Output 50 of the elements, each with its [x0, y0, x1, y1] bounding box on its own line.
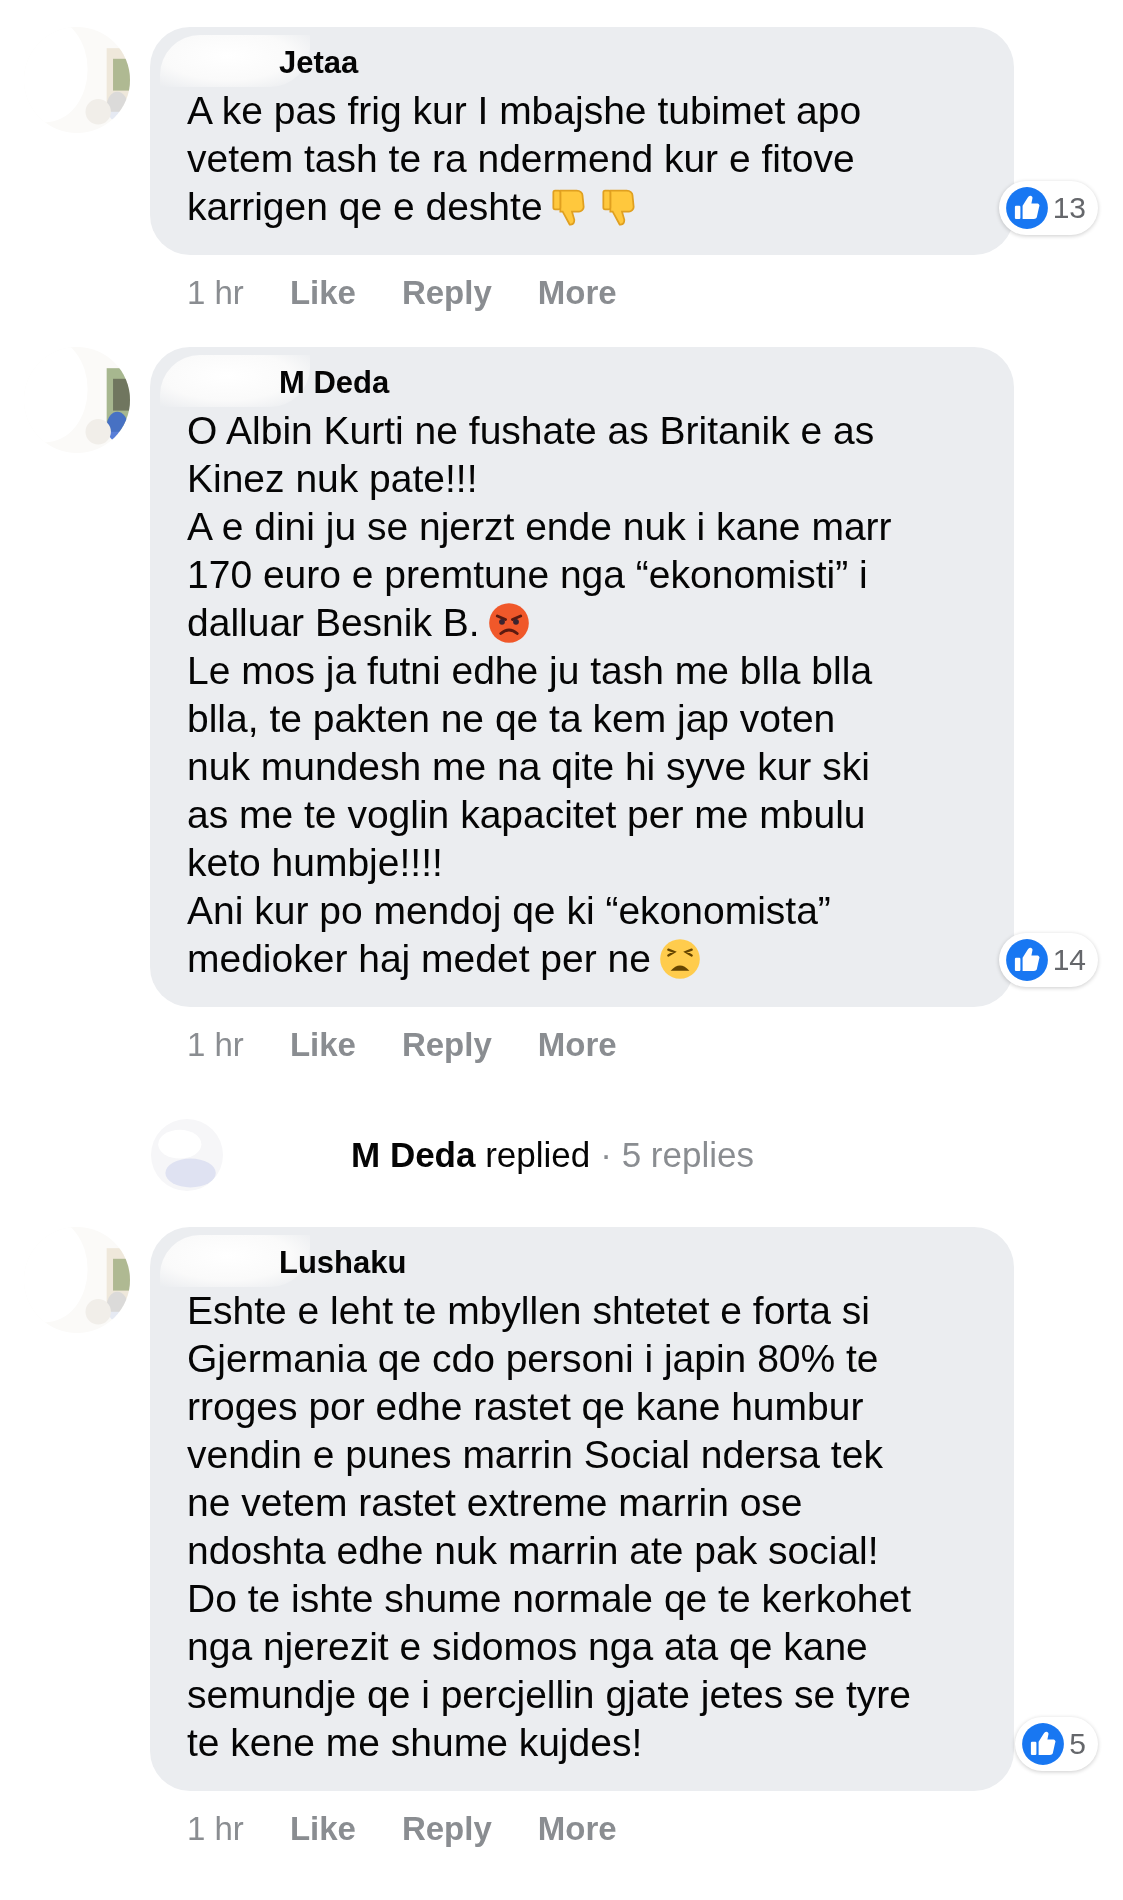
- author-name[interactable]: Lushaku: [279, 1243, 407, 1283]
- comment-text: blla, te pakten ne qe ta kem jap voten: [187, 696, 836, 742]
- comment-text: nuk mundesh me na qite hi syve kur ski: [187, 744, 870, 790]
- comment-text: Eshte e leht te mbyllen shtetet e forta si: [187, 1288, 870, 1334]
- like-count-badge[interactable]: 14: [998, 933, 1098, 987]
- author-name[interactable]: Jetaa: [279, 43, 359, 83]
- replied-text[interactable]: M Deda replied: [351, 1135, 591, 1175]
- comment-text: vetem tash te ra ndermend kur e fitove: [187, 136, 855, 182]
- comment-action-link[interactable]: More: [537, 1021, 617, 1069]
- timestamp: 1 hr: [187, 1809, 244, 1849]
- comment-action-link[interactable]: Reply: [401, 1021, 492, 1069]
- comment-action-link[interactable]: More: [537, 1805, 617, 1853]
- comment-text: Do te ishte shume normale qe te kerkohet: [187, 1576, 912, 1622]
- comment-text: vendin e punes marrin Social ndersa tek: [187, 1432, 883, 1478]
- comment-text: 170 euro e premtune nga “ekonomisti” i: [187, 552, 868, 598]
- comment-action-link[interactable]: Reply: [401, 269, 492, 317]
- comment-text: ndoshta edhe nuk marrin ate pak social!: [187, 1528, 879, 1574]
- comment-text: Kinez nuk pate!!!: [187, 456, 478, 502]
- comment-text: medioker haj medet per ne: [187, 936, 651, 982]
- comment-text: dalluar Besnik B.: [187, 600, 480, 646]
- comment-text: keto humbje!!!!: [187, 840, 443, 886]
- angry-face-icon: [487, 602, 530, 644]
- timestamp: 1 hr: [187, 1025, 244, 1065]
- author-name[interactable]: M Deda: [279, 363, 390, 403]
- comment-action-link[interactable]: Like: [289, 1021, 356, 1069]
- comment-text: Le mos ja futni edhe ju tash me blla blla: [187, 648, 873, 694]
- thumbs-up-icon: [1021, 1722, 1066, 1766]
- comment-text: O Albin Kurti ne fushate as Britanik e as: [187, 408, 875, 454]
- comment-text: ne vetem rastet extreme marrin ose: [187, 1480, 803, 1526]
- comment-text: Gjermania qe cdo personi i japin 80% te: [187, 1336, 879, 1382]
- reply-count[interactable]: · 5 replies: [600, 1135, 754, 1175]
- comment-text: A e dini ju se njerzt ende nuk i kane marr: [187, 504, 892, 550]
- timestamp: 1 hr: [187, 273, 244, 313]
- comment-action-link[interactable]: Reply: [401, 1805, 492, 1853]
- comment-action-link[interactable]: Like: [289, 269, 356, 317]
- comment-text: A ke pas frig kur I mbajshe tubimet apo: [187, 88, 862, 134]
- weary-face-icon: [658, 938, 701, 980]
- comment-text: te kene me shume kujdes!: [187, 1720, 643, 1766]
- like-count-badge[interactable]: 5: [1015, 1717, 1098, 1771]
- like-count-badge[interactable]: 13: [998, 181, 1098, 235]
- thumbs-up-icon: [1004, 938, 1049, 982]
- comment-text: rroges por edhe rastet qe kane humbur: [187, 1384, 864, 1430]
- comment-text: karrigen qe e deshte: [187, 184, 543, 230]
- comment-text: nga njerezit e sidomos nga ata qe kane: [187, 1624, 868, 1670]
- comment-text: semundje qe i percjellin gjate jetes se tyre: [187, 1672, 912, 1718]
- comment-text: Ani kur po mendoj qe ki “ekonomista”: [187, 888, 831, 934]
- comment-text: as me te voglin kapacitet per me mbulu: [187, 792, 866, 838]
- comment-action-link[interactable]: More: [537, 269, 617, 317]
- thumbs-up-icon: [1004, 186, 1049, 230]
- comment-action-link[interactable]: Like: [289, 1805, 356, 1853]
